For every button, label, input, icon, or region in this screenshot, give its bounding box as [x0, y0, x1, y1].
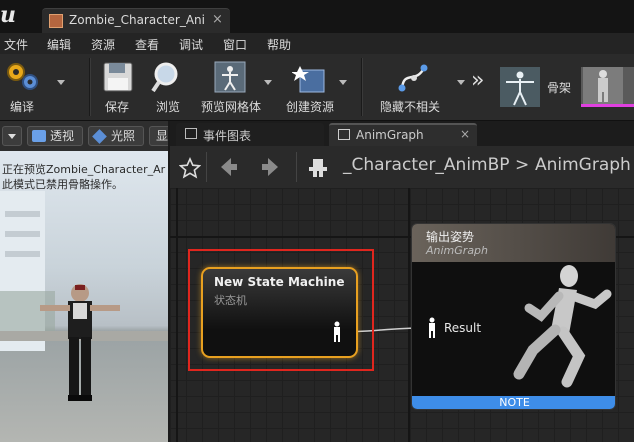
- forward-arrow-icon[interactable]: [260, 156, 280, 178]
- grid-line: [176, 188, 178, 442]
- more-icon[interactable]: »: [471, 68, 484, 93]
- chevron-down-icon[interactable]: [339, 80, 347, 85]
- chevron-down-icon[interactable]: [457, 80, 465, 85]
- save-label: 保存: [105, 100, 130, 114]
- hide-unrelated-icon: [398, 64, 428, 92]
- save-button[interactable]: 保存: [98, 54, 140, 120]
- tab-event-graph-label: 事件图表: [203, 129, 252, 143]
- create-asset-label: 创建资源: [286, 100, 335, 114]
- lit-button[interactable]: 光照: [88, 126, 144, 146]
- running-mannequin-icon: [513, 265, 612, 388]
- tab-anim-graph[interactable]: AnimGraph ×: [329, 123, 477, 146]
- hide-unrelated-button[interactable]: 隐藏不相关: [376, 54, 465, 120]
- viewport-scene: [0, 151, 168, 442]
- output-pose-header: 输出姿势 AnimGraph: [412, 224, 615, 262]
- grid-line: [408, 188, 410, 442]
- show-label: 显: [156, 129, 168, 143]
- close-icon[interactable]: ×: [212, 12, 223, 27]
- state-machine-subtitle: 状态机: [214, 294, 247, 307]
- back-arrow-icon[interactable]: [219, 156, 239, 178]
- chevron-down-icon: [8, 134, 16, 139]
- skeleton-icon: [500, 67, 540, 107]
- state-machine-node[interactable]: New State Machine 状态机: [201, 267, 358, 358]
- viewport-options-button[interactable]: [2, 126, 22, 146]
- perspective-button[interactable]: 透视: [27, 126, 83, 146]
- viewport-message-line2: 此模式已禁用骨骼操作。: [2, 178, 123, 191]
- document-tab-label: Zombie_Character_AnimBP: [69, 13, 205, 27]
- skeletal-mesh-icon: [214, 61, 246, 93]
- menu-window[interactable]: 窗口: [223, 36, 247, 53]
- preview-mesh-label: 预览网格体: [201, 100, 262, 114]
- lit-icon: [92, 129, 107, 144]
- close-icon[interactable]: ×: [460, 127, 470, 141]
- output-pose-subtitle: AnimGraph: [426, 244, 489, 257]
- title-bar: u Zombie_Character_AnimBP ×: [0, 0, 634, 34]
- show-button[interactable]: 显: [149, 126, 168, 146]
- menu-debug[interactable]: 调试: [179, 36, 203, 53]
- pose-pin-icon[interactable]: [426, 317, 438, 339]
- perspective-icon: [32, 130, 46, 142]
- star-icon[interactable]: [179, 157, 201, 179]
- document-tab[interactable]: Zombie_Character_AnimBP ×: [42, 8, 230, 34]
- graph-icon: [185, 128, 197, 139]
- state-machine-title: New State Machine: [214, 275, 345, 289]
- compile-button[interactable]: 编译: [0, 54, 72, 120]
- menu-view[interactable]: 查看: [135, 36, 159, 53]
- lit-label: 光照: [111, 129, 136, 143]
- pose-icon: [309, 159, 327, 177]
- menu-edit[interactable]: 编辑: [47, 36, 71, 53]
- menu-bar: 文件 编辑 资源 查看 调试 窗口 帮助: [0, 33, 634, 54]
- blueprint-icon: [49, 14, 63, 28]
- breadcrumb-separator: [296, 152, 297, 182]
- toolbar: 编译 保存 浏览 预览网格体 创建资源 隐藏不相关 » 骨架: [0, 54, 634, 121]
- output-pose-title: 输出姿势: [426, 230, 475, 244]
- mesh-mode-button[interactable]: [581, 67, 634, 107]
- chevron-down-icon[interactable]: [264, 80, 272, 85]
- hide-unrelated-label: 隐藏不相关: [380, 100, 441, 114]
- toolbar-separator: [361, 58, 363, 116]
- compile-label: 编译: [10, 100, 35, 114]
- breadcrumb-current[interactable]: AnimGraph: [535, 155, 631, 175]
- graph-tab-strip: 事件图表 AnimGraph ×: [170, 121, 634, 146]
- output-pose-node[interactable]: 输出姿势 AnimGraph Result NOTE: [411, 223, 616, 410]
- preview-mesh-button[interactable]: 预览网格体: [200, 54, 275, 120]
- note-bar[interactable]: NOTE: [412, 396, 615, 409]
- menu-asset[interactable]: 资源: [91, 36, 115, 53]
- breadcrumb-parent[interactable]: _Character_AnimBP: [343, 155, 510, 175]
- viewport-toolbar: 透视 光照 显: [0, 121, 168, 151]
- perspective-label: 透视: [50, 129, 75, 143]
- chevron-down-icon[interactable]: [57, 80, 65, 85]
- zombie-character: [40, 284, 120, 401]
- graph-icon: [338, 129, 350, 140]
- menu-help[interactable]: 帮助: [267, 36, 291, 53]
- preview-viewport[interactable]: 透视 光照 显 正在预览Zombie_Character_Ar 此模式已禁用骨骼…: [0, 121, 168, 442]
- result-pin-label: Result: [444, 321, 482, 335]
- browse-label: 浏览: [156, 100, 181, 114]
- menu-file[interactable]: 文件: [4, 36, 28, 53]
- create-asset-icon: [292, 66, 325, 93]
- breadcrumb-arrow: >: [515, 155, 530, 175]
- breadcrumb-separator: [206, 152, 207, 182]
- toolbar-separator: [89, 58, 91, 116]
- pose-pin-icon[interactable]: [331, 321, 343, 343]
- skeleton-label: 骨架: [547, 81, 572, 95]
- create-asset-button[interactable]: 创建资源: [285, 54, 350, 120]
- mesh-icon: [583, 67, 623, 104]
- tab-anim-graph-label: AnimGraph: [356, 128, 424, 142]
- unreal-logo-icon[interactable]: u: [0, 2, 20, 28]
- magnifier-icon: [151, 62, 178, 93]
- tab-event-graph[interactable]: 事件图表: [176, 123, 324, 146]
- skeleton-mode-button[interactable]: 骨架: [497, 54, 575, 120]
- gear-icon: [7, 63, 38, 90]
- viewport-message-line1: 正在预览Zombie_Character_Ar: [2, 163, 166, 176]
- breadcrumb: _Character_AnimBP > AnimGraph: [170, 146, 634, 189]
- save-icon: [103, 62, 133, 92]
- browse-button[interactable]: 浏览: [148, 54, 190, 120]
